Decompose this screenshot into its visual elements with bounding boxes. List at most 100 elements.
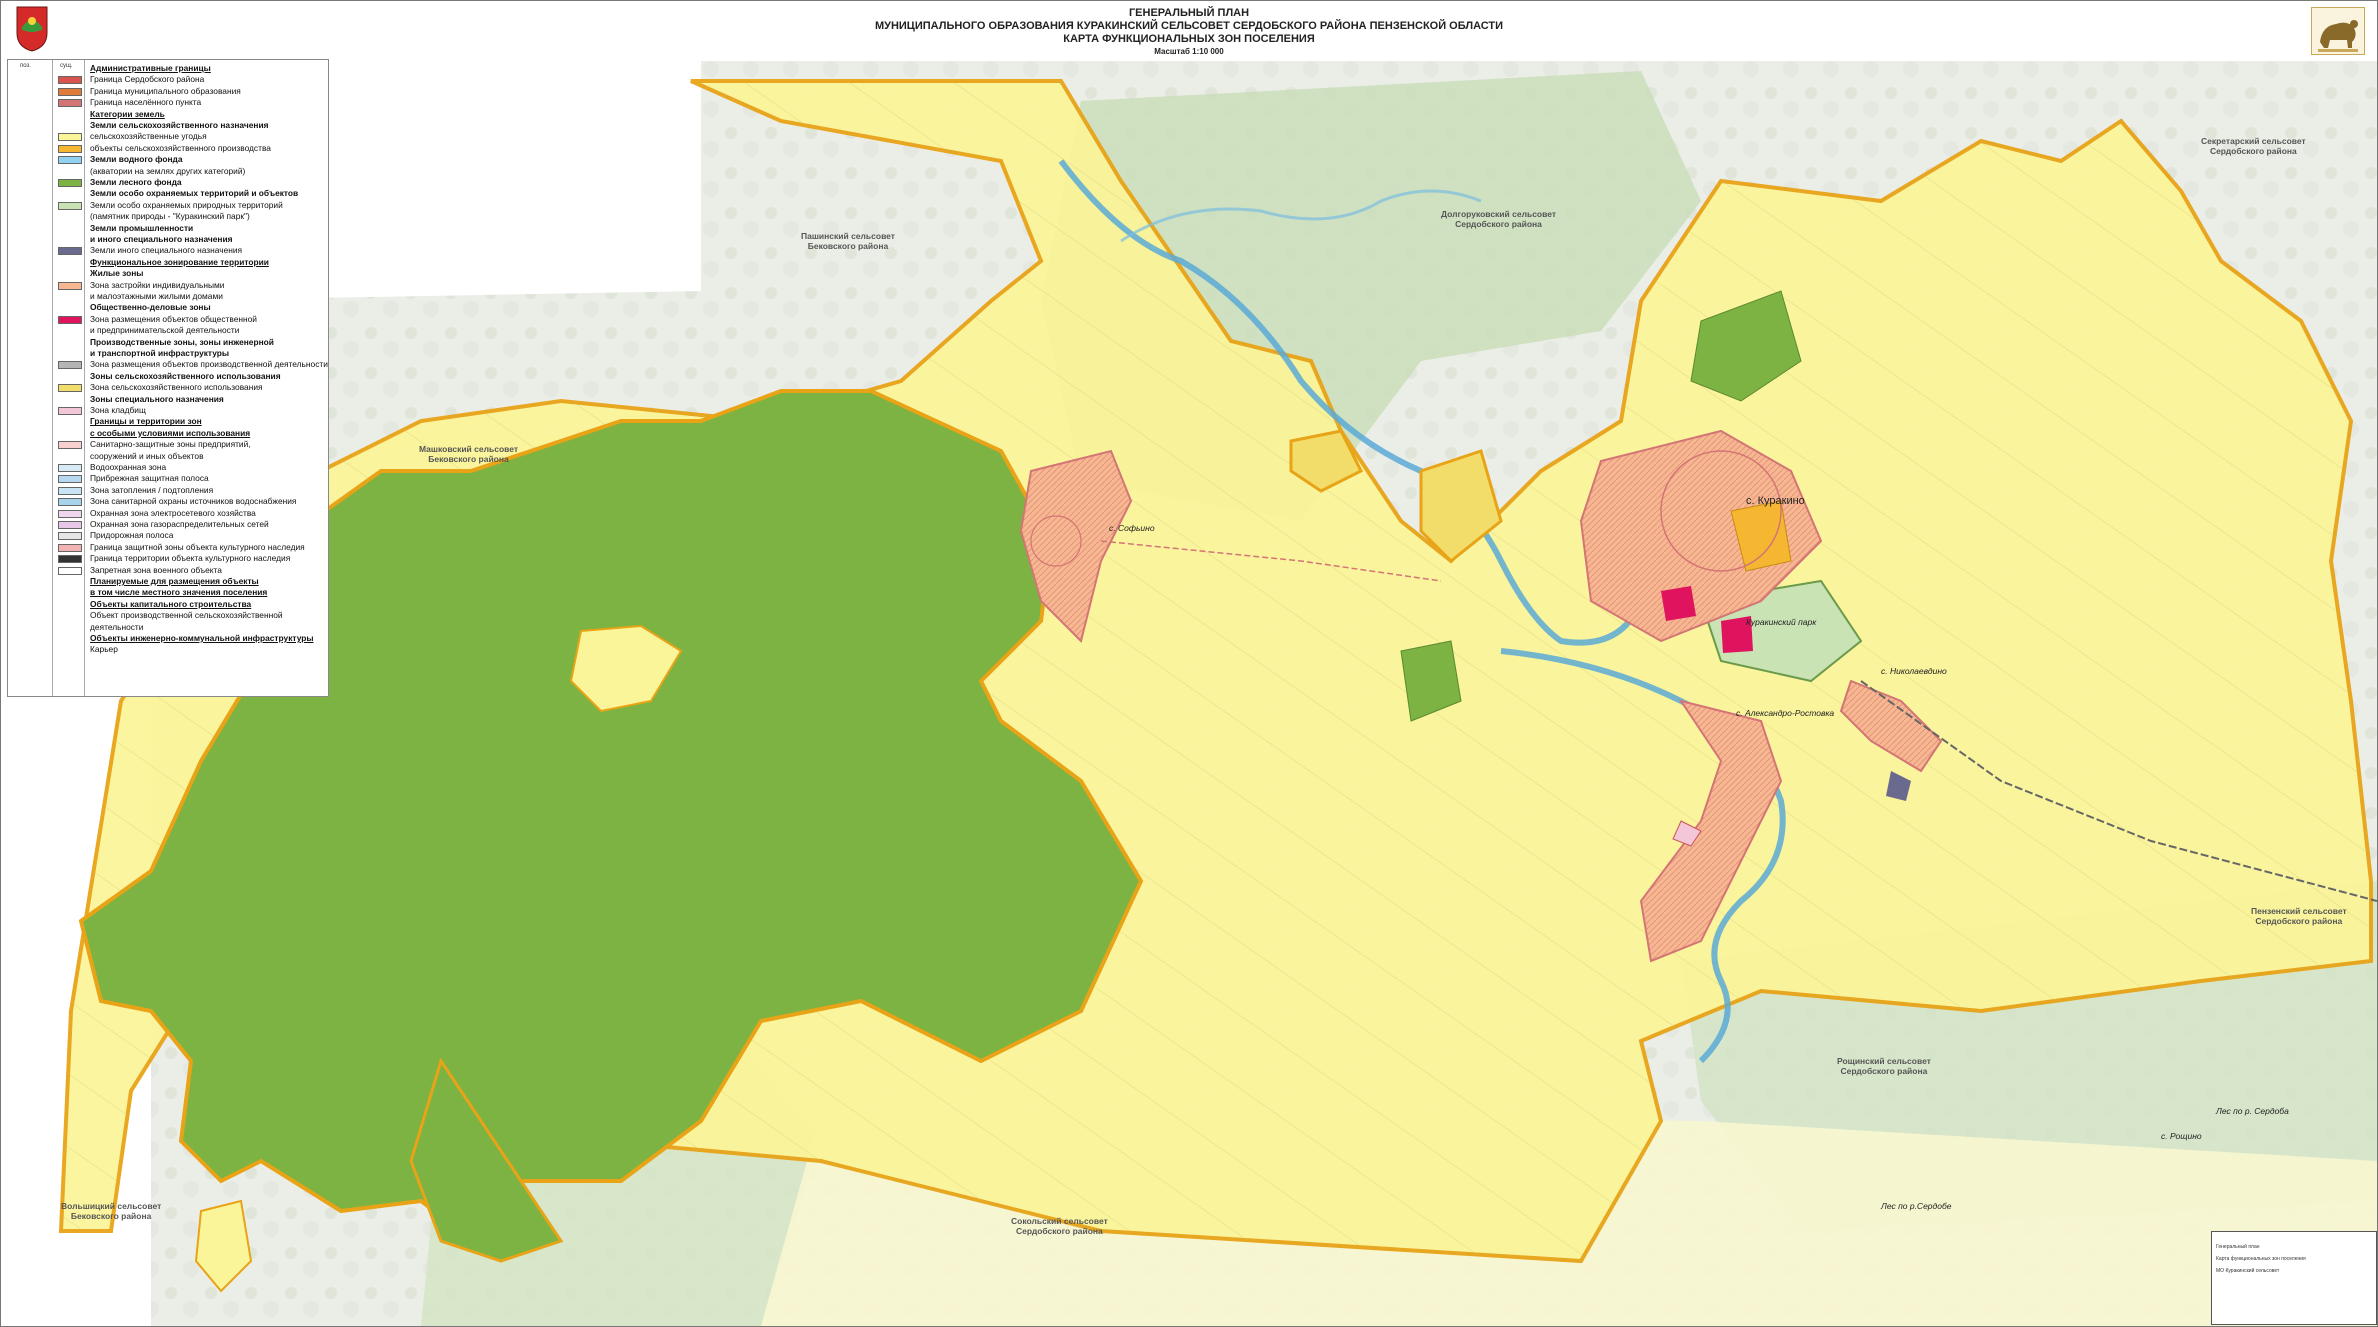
legend-item: Объекты капитального строительства (90, 598, 252, 609)
legend-item: Объект производственной сельскохозяйстве… (90, 610, 283, 621)
legend-swatch (58, 156, 82, 165)
legend-item: Граница защитной зоны объекта культурног… (90, 541, 305, 552)
label-aleksandro-rostovka: с. Александро-Ростовка (1736, 708, 1835, 718)
legend-item: Водоохранная зона (90, 462, 167, 472)
stamp-line-2: Карта функциональных зон поселения (2216, 1256, 2306, 1262)
label-roshin-selsovet: Рощинский сельсовет Сердобского района (1837, 1056, 1931, 1076)
legend-item: Земли особо охраняемых территорий и объе… (90, 188, 299, 199)
legend-item: Зоны специального назначения (90, 393, 224, 404)
kurakino-public-zone (1661, 586, 1696, 621)
legend-swatch (58, 87, 82, 96)
legend-item: Санитарно-защитные зоны предприятий, (90, 439, 251, 450)
legend-swatch (58, 144, 82, 153)
legend-swatch (58, 566, 82, 575)
label-dolgorukov-selsovet: Долгоруковский сельсовет Сердобского райо… (1441, 209, 1556, 229)
legend-item: Производственные зоны, зоны инженерной (90, 336, 274, 347)
legend-item: Общественно-деловые зоны (90, 302, 211, 313)
legend-swatch (58, 521, 82, 529)
legend-item: Зона кладбищ (90, 405, 146, 415)
legend-item: Категории земель (90, 108, 165, 119)
legend-item: Прибрежная защитная полоса (90, 473, 209, 484)
legend-item: Земли промышленности (90, 222, 194, 233)
legend-column-planned (8, 60, 53, 696)
legend-item: Земли сельскохозяйственного назначения (90, 120, 269, 130)
label-roshino: с. Рощино (2161, 1131, 2202, 1141)
legend-item: (акватории на землях других категорий) (90, 165, 246, 176)
legend-item: Граница муниципального образования (90, 85, 241, 96)
legend-item: Функциональное зонирование территории (90, 256, 269, 267)
label-sokol-selsovet: Сокольский сельсовет Сердобского района (1011, 1216, 1108, 1236)
legend-item: Придорожная полоса (90, 530, 174, 541)
legend-item: Объекты инженерно-коммунальной инфрастру… (90, 633, 314, 643)
legend-swatch (58, 315, 82, 324)
legend-item: Земли иного специального назначения (90, 245, 243, 256)
legend-item: и малоэтажными жилыми домами (90, 291, 223, 301)
label-sekretar-selsovet: Секретарский сельсовет Сердобского района (2201, 136, 2306, 156)
map-sheet: ГЕНЕРАЛЬНЫЙ ПЛАН МУНИЦИПАЛЬНОГО ОБРАЗОВА… (0, 0, 2378, 1327)
legend-swatch (58, 555, 82, 564)
legend-item: Зона сельскохозяйственного использования (90, 382, 263, 393)
label-les-serdoba: Лес по р. Сердоба (2216, 1106, 2289, 1116)
legend-item: (памятник природы - "Куракинский парк") (90, 211, 250, 222)
legend-item: в том числе местного значения поселения (90, 587, 268, 598)
legend-swatch (58, 247, 82, 256)
legend-item: объекты сельскохозяйственного производст… (90, 142, 271, 153)
legend-swatch (58, 532, 82, 541)
legend-swatch (58, 509, 82, 518)
legend-header-planned: поз. (20, 63, 31, 69)
legend-item: Граница населённого пункта (90, 97, 202, 108)
title-block-stamp: Генеральный план Карта функциональных зо… (2211, 1231, 2377, 1325)
label-penzin-selsovet: Пашинский сельсовет Бековского района (801, 231, 895, 251)
legend-item: Охранная зона электросетевого хозяйства (90, 507, 256, 518)
map-legend: поз. сущ. Административные границы Границ… (7, 59, 329, 697)
legend-swatch (58, 179, 82, 187)
stamp-line-1: Генеральный план (2216, 1244, 2260, 1250)
legend-item: Зона затопления / подтопления (90, 484, 214, 495)
legend-item: Земли водного фонда (90, 154, 183, 165)
legend-item: и предпринимательской деятельности (90, 325, 240, 336)
legend-swatch (58, 486, 82, 495)
legend-swatch (58, 407, 82, 415)
legend-swatch (58, 99, 82, 108)
legend-swatch (58, 201, 82, 210)
legend-header-existing: сущ. (60, 63, 73, 69)
legend-item: Земли лесного фонда (90, 177, 182, 187)
legend-item: Запретная зона военного объекта (90, 564, 222, 575)
legend-item: Граница территории объекта культурного н… (90, 553, 291, 564)
label-volyn-selsovet: Вольшицкий сельсовет Бековского района (61, 1201, 162, 1221)
legend-swatch (58, 281, 82, 290)
map-header: ГЕНЕРАЛЬНЫЙ ПЛАН МУНИЦИПАЛЬНОГО ОБРАЗОВА… (1, 1, 2377, 60)
map-title-3: КАРТА ФУНКЦИОНАЛЬНЫХ ЗОН ПОСЕЛЕНИЯ (1063, 33, 1315, 45)
legend-swatch (58, 475, 82, 484)
legend-swatch (58, 441, 82, 450)
label-mashkov-selsovet: Машковский сельсовет Бековского района (419, 444, 519, 464)
legend-swatch (58, 76, 82, 85)
legend-item: и иного специального назначения (90, 234, 233, 244)
legend-swatch (58, 498, 82, 507)
legend-item: Жилые зоны (90, 268, 144, 279)
legend-item: Административные границы (90, 63, 211, 73)
legend-item: Зона санитарной охраны источников водосн… (90, 496, 297, 507)
legend-item: Охранная зона газораспределительных сете… (90, 519, 269, 529)
stamp-line-3: МО Куракинский сельсовет (2216, 1268, 2280, 1274)
map-canvas[interactable] (1, 59, 2377, 1326)
label-sofino: с. Софьино (1109, 523, 1155, 533)
legend-item: и транспортной инфраструктуры (90, 348, 230, 358)
legend-item: Зона размещения объектов общественной (90, 313, 257, 324)
legend-item: с особыми условиями использования (90, 427, 251, 438)
legend-swatch (58, 361, 82, 370)
map-scale: Масштаб 1:10 000 (1154, 47, 1224, 56)
label-nikolaevka: с. Николаевдино (1881, 666, 1947, 676)
legend-item: Карьер (90, 644, 118, 655)
legend-item: Зоны сельскохозяйственного использования (90, 370, 281, 381)
legend-item: Граница Сердобского района (90, 74, 205, 85)
label-kurakino-park: Куракинский парк (1746, 617, 1817, 627)
legend-item: сельскохозяйственные угодья (90, 131, 207, 142)
legend-item: сооружений и иных объектов (90, 450, 204, 461)
map-title-2: МУНИЦИПАЛЬНОГО ОБРАЗОВАНИЯ КУРАКИНСКИЙ С… (874, 20, 1504, 32)
map-title-1: ГЕНЕРАЛЬНЫЙ ПЛАН (1128, 7, 1250, 19)
legend-item: Планируемые для размещения объекты (90, 576, 259, 586)
label-penzen-selsovet: Пензенский сельсовет Сердобского района (2251, 906, 2347, 926)
legend-item: Земли особо охраняемых природных террито… (90, 199, 283, 210)
organization-logo-icon (2311, 7, 2365, 55)
